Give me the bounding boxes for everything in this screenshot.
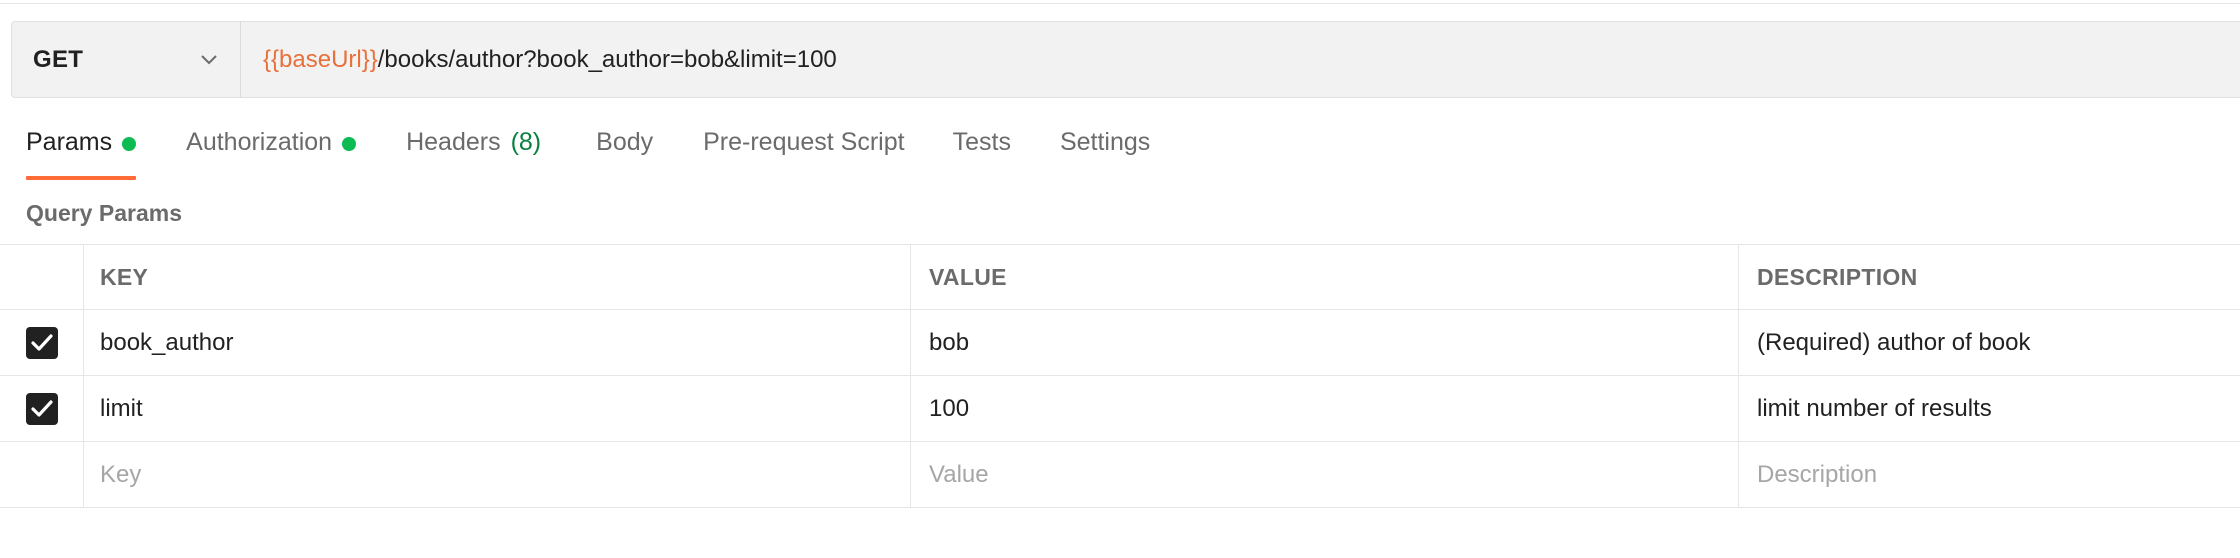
tab-label: Headers bbox=[406, 128, 501, 156]
new-description-input[interactable]: Description bbox=[1739, 442, 2240, 507]
params-status-dot bbox=[122, 137, 137, 151]
param-enabled-checkbox[interactable] bbox=[25, 326, 58, 359]
tab-label: Body bbox=[596, 128, 654, 156]
column-header-value: VALUE bbox=[911, 245, 1739, 309]
url-variable: {{baseUrl}} bbox=[263, 45, 378, 73]
param-description-field[interactable]: limit number of results bbox=[1739, 376, 2240, 441]
request-tabs: Params Authorization Headers (8) Body Pr… bbox=[26, 128, 1150, 180]
tab-params[interactable]: Params bbox=[26, 128, 137, 180]
url-path: /books/author?book_author=bob&limit=100 bbox=[377, 45, 837, 73]
table-row: book_author bob (Required) author of boo… bbox=[0, 310, 2240, 376]
chevron-down-icon bbox=[201, 52, 217, 68]
tab-body[interactable]: Body bbox=[596, 128, 653, 180]
param-value-field[interactable]: 100 bbox=[911, 376, 1739, 441]
tab-label: Params bbox=[26, 128, 113, 156]
tab-headers[interactable]: Headers (8) bbox=[406, 128, 541, 180]
column-header-key: KEY bbox=[84, 245, 911, 309]
param-description-field[interactable]: (Required) author of book bbox=[1739, 310, 2240, 375]
tab-label: Pre-request Script bbox=[703, 128, 905, 156]
top-divider bbox=[0, 3, 2240, 4]
tab-settings[interactable]: Settings bbox=[1060, 128, 1150, 180]
new-value-input[interactable]: Value bbox=[911, 442, 1739, 507]
tab-label: Authorization bbox=[186, 128, 333, 156]
tab-tests[interactable]: Tests bbox=[953, 128, 1011, 180]
method-dropdown[interactable]: GET bbox=[12, 22, 241, 97]
request-bar: GET {{baseUrl}}/books/author?book_author… bbox=[11, 21, 2240, 98]
row-check-cell bbox=[0, 376, 84, 441]
tab-label: Settings bbox=[1059, 128, 1151, 156]
header-check-cell bbox=[0, 245, 84, 309]
new-key-input[interactable]: Key bbox=[84, 442, 911, 507]
table-row: limit 100 limit number of results bbox=[0, 376, 2240, 442]
table-row-new: Key Value Description bbox=[0, 442, 2240, 508]
checkmark-icon bbox=[30, 333, 53, 351]
param-key-field[interactable]: limit bbox=[84, 376, 911, 441]
authorization-status-dot bbox=[342, 137, 357, 151]
row-check-cell bbox=[0, 442, 84, 507]
tab-authorization[interactable]: Authorization bbox=[186, 128, 357, 180]
query-params-title: Query Params bbox=[26, 200, 182, 226]
table-header-row: KEY VALUE DESCRIPTION bbox=[0, 244, 2240, 310]
tab-label: Tests bbox=[952, 128, 1011, 156]
method-label: GET bbox=[33, 45, 84, 73]
query-params-table: KEY VALUE DESCRIPTION book_author bob (R… bbox=[0, 244, 2240, 508]
checkmark-icon bbox=[30, 399, 53, 417]
column-header-description: DESCRIPTION bbox=[1757, 263, 1918, 290]
param-enabled-checkbox[interactable] bbox=[25, 392, 58, 425]
url-input[interactable]: {{baseUrl}}/books/author?book_author=bob… bbox=[241, 22, 2240, 97]
param-key-field[interactable]: book_author bbox=[84, 310, 911, 375]
row-check-cell bbox=[0, 310, 84, 375]
headers-count: (8) bbox=[510, 128, 542, 156]
tab-pre-request-script[interactable]: Pre-request Script bbox=[703, 128, 904, 180]
param-value-field[interactable]: bob bbox=[911, 310, 1739, 375]
